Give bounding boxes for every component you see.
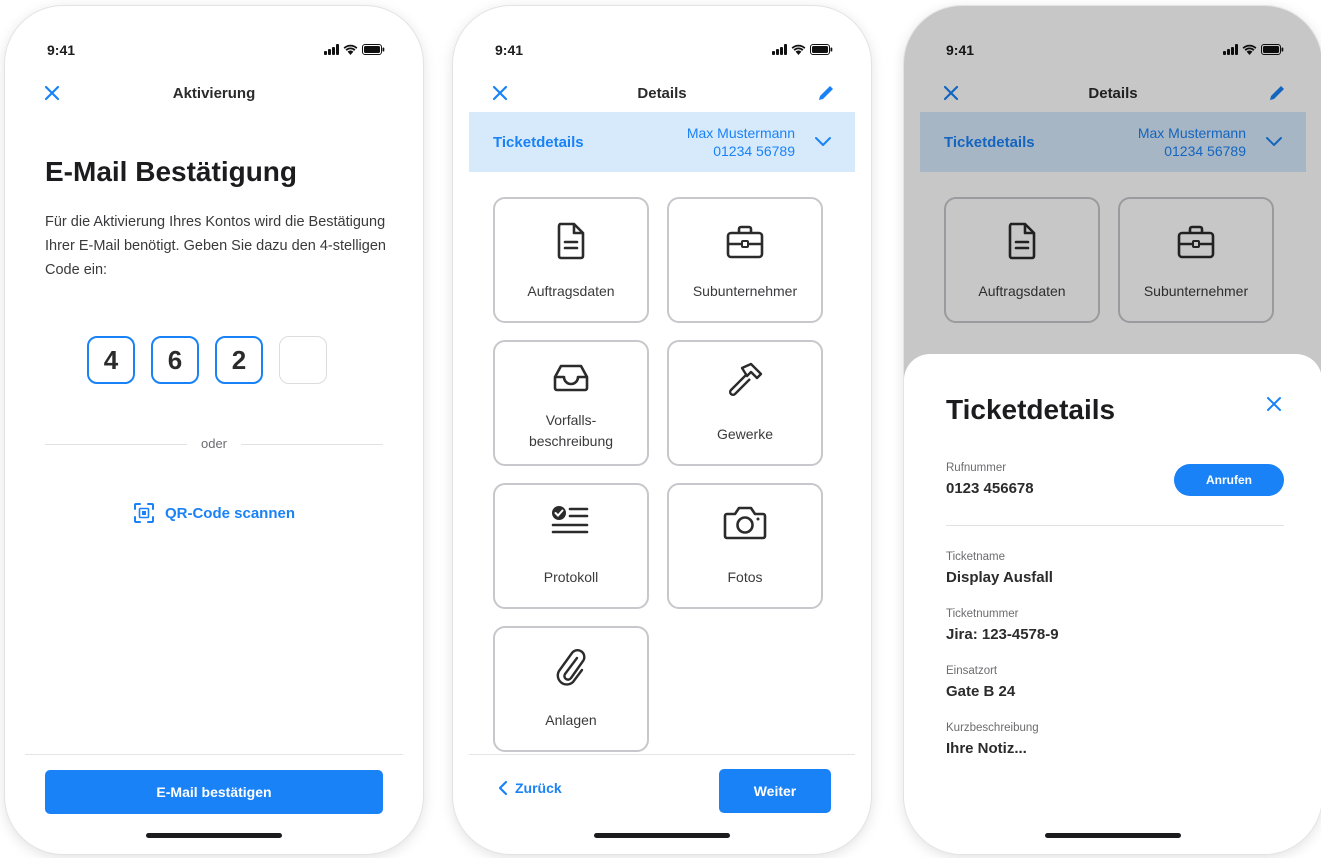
qr-scan-link[interactable]: QR-Code scannen bbox=[5, 502, 423, 524]
close-icon[interactable] bbox=[1264, 394, 1284, 414]
ticket-details-screen: 9:41 Details Ticketdetails Max Musterman… bbox=[904, 6, 1321, 854]
home-indicator[interactable] bbox=[146, 833, 282, 838]
page-title: E-Mail Bestätigung bbox=[45, 156, 298, 187]
nav-title: Aktivierung bbox=[172, 85, 256, 102]
document-icon bbox=[557, 222, 585, 260]
navigation-bar: Aktivierung bbox=[5, 78, 423, 110]
home-indicator[interactable] bbox=[594, 833, 730, 838]
cellular-signal-icon bbox=[772, 44, 787, 55]
inbox-icon bbox=[553, 364, 589, 392]
code-digit-field[interactable]: 6 bbox=[151, 336, 199, 384]
battery-icon bbox=[810, 44, 833, 55]
contact-name: Max Mustermann bbox=[686, 125, 795, 141]
navigation-bar: Details bbox=[453, 78, 871, 110]
hammer-icon bbox=[728, 362, 763, 397]
field-value: Gate B 24 bbox=[946, 683, 1016, 700]
details-screen: 9:41 Details Ticketdetails Max Musterman… bbox=[453, 6, 871, 854]
ticket-details-sheet: Ticketdetails Rufnummer 0123 456678 Anru… bbox=[904, 354, 1321, 854]
tile-label: Protokoll bbox=[543, 569, 599, 585]
wifi-icon bbox=[791, 44, 806, 55]
code-input: 4 6 2 bbox=[87, 336, 327, 384]
modal-overlay[interactable] bbox=[904, 6, 1321, 406]
instructions-text: Für die Aktivierung Ihres Kontos wird di… bbox=[45, 214, 386, 278]
code-digit-field[interactable] bbox=[279, 336, 327, 384]
field-value: Ihre Notiz... bbox=[946, 740, 1027, 757]
wifi-icon bbox=[343, 44, 358, 55]
briefcase-icon bbox=[726, 225, 764, 259]
status-time: 9:41 bbox=[495, 42, 524, 58]
tile-auftragsdaten[interactable]: Auftragsdaten bbox=[493, 197, 649, 323]
battery-icon bbox=[362, 44, 385, 55]
edit-pencil-icon[interactable] bbox=[815, 82, 837, 104]
cellular-signal-icon bbox=[324, 44, 339, 55]
ticket-summary-bar[interactable]: Ticketdetails Max Mustermann 01234 56789 bbox=[469, 112, 855, 172]
tile-protokoll[interactable]: Protokoll bbox=[493, 483, 649, 609]
home-indicator[interactable] bbox=[1045, 833, 1181, 838]
qr-scan-icon bbox=[133, 503, 154, 523]
call-button[interactable]: Anrufen bbox=[1174, 464, 1284, 496]
field-label: Ticketname bbox=[946, 551, 1006, 563]
field-label: Kurzbeschreibung bbox=[946, 722, 1039, 734]
back-button[interactable]: Zurück bbox=[497, 780, 562, 796]
tile-label: Fotos bbox=[727, 569, 763, 585]
chevron-left-icon bbox=[498, 780, 508, 796]
tile-label: Subunternehmer bbox=[692, 283, 798, 299]
tile-subunternehmer[interactable]: Subunternehmer bbox=[667, 197, 823, 323]
status-time: 9:41 bbox=[47, 42, 76, 58]
next-button[interactable]: Weiter bbox=[719, 769, 831, 813]
code-digit-field[interactable]: 4 bbox=[87, 336, 135, 384]
or-divider: oder bbox=[45, 434, 383, 454]
phone-value: 0123 456678 bbox=[946, 480, 1034, 497]
contact-phone: 01234 56789 bbox=[713, 143, 795, 159]
nav-title: Details bbox=[637, 85, 687, 102]
divider-label: oder bbox=[186, 436, 242, 451]
confirm-email-button[interactable]: E-Mail bestätigen bbox=[45, 770, 383, 814]
field-label: Einsatzort bbox=[946, 665, 998, 677]
ticket-bar-title: Ticketdetails bbox=[493, 134, 584, 151]
checklist-icon bbox=[551, 506, 589, 534]
sheet-title: Ticketdetails bbox=[946, 394, 1116, 425]
camera-icon bbox=[723, 506, 767, 540]
field-label: Ticketnummer bbox=[946, 608, 1019, 620]
tile-label: Anlagen bbox=[545, 712, 597, 728]
tile-fotos[interactable]: Fotos bbox=[667, 483, 823, 609]
tile-label: Auftragsdaten bbox=[527, 283, 615, 299]
tile-label: Gewerke bbox=[716, 426, 774, 442]
tile-gewerke[interactable]: Gewerke bbox=[667, 340, 823, 466]
status-bar: 9:41 bbox=[453, 42, 871, 62]
code-digit-field[interactable]: 2 bbox=[215, 336, 263, 384]
field-value: Display Ausfall bbox=[946, 569, 1053, 586]
activation-screen: 9:41 Aktivierung E-Mail Bestätigung Für … bbox=[5, 6, 423, 854]
chevron-down-icon[interactable] bbox=[813, 134, 833, 150]
phone-label: Rufnummer bbox=[946, 462, 1007, 474]
field-value: Jira: 123-4578-9 bbox=[946, 626, 1059, 643]
tile-label: Vorfalls- beschreibung bbox=[528, 412, 614, 449]
status-bar: 9:41 bbox=[5, 42, 423, 62]
tile-anlagen[interactable]: Anlagen bbox=[493, 626, 649, 752]
back-label: Zurück bbox=[515, 780, 562, 796]
tile-vorfallsbeschreibung[interactable]: Vorfalls- beschreibung bbox=[493, 340, 649, 466]
paperclip-icon bbox=[556, 649, 586, 686]
qr-scan-label: QR-Code scannen bbox=[164, 504, 296, 522]
